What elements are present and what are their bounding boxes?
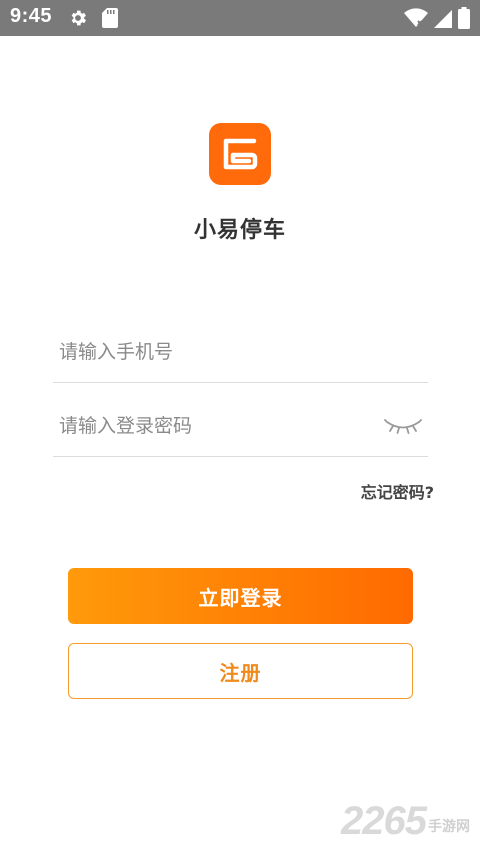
watermark-number: 2265 <box>341 799 427 843</box>
register-button[interactable]: 注册 <box>68 643 413 699</box>
signal-icon <box>434 8 452 32</box>
login-screen: 9:45 小易停车 忘记密码 <box>0 0 480 854</box>
status-time: 9:45 <box>10 5 53 27</box>
app-logo <box>209 123 271 185</box>
gear-icon <box>68 8 88 28</box>
forgot-password-link[interactable]: 忘记密码? <box>361 479 434 503</box>
app-name: 小易停车 <box>193 218 286 243</box>
watermark: 2265 手游网 <box>341 799 470 844</box>
sd-card-icon <box>102 8 118 28</box>
watermark-text: 手游网 <box>428 819 470 835</box>
password-field-container <box>53 397 428 457</box>
logo-glyph-icon <box>223 138 258 170</box>
battery-icon <box>458 7 470 33</box>
phone-input[interactable] <box>59 323 369 381</box>
wifi-icon <box>404 8 428 32</box>
status-icons <box>404 7 470 33</box>
password-input[interactable] <box>59 397 369 455</box>
login-button[interactable]: 立即登录 <box>68 568 413 624</box>
eye-closed-icon[interactable] <box>384 417 422 437</box>
phone-field-container <box>53 323 428 383</box>
status-bar: 9:45 <box>0 0 480 36</box>
